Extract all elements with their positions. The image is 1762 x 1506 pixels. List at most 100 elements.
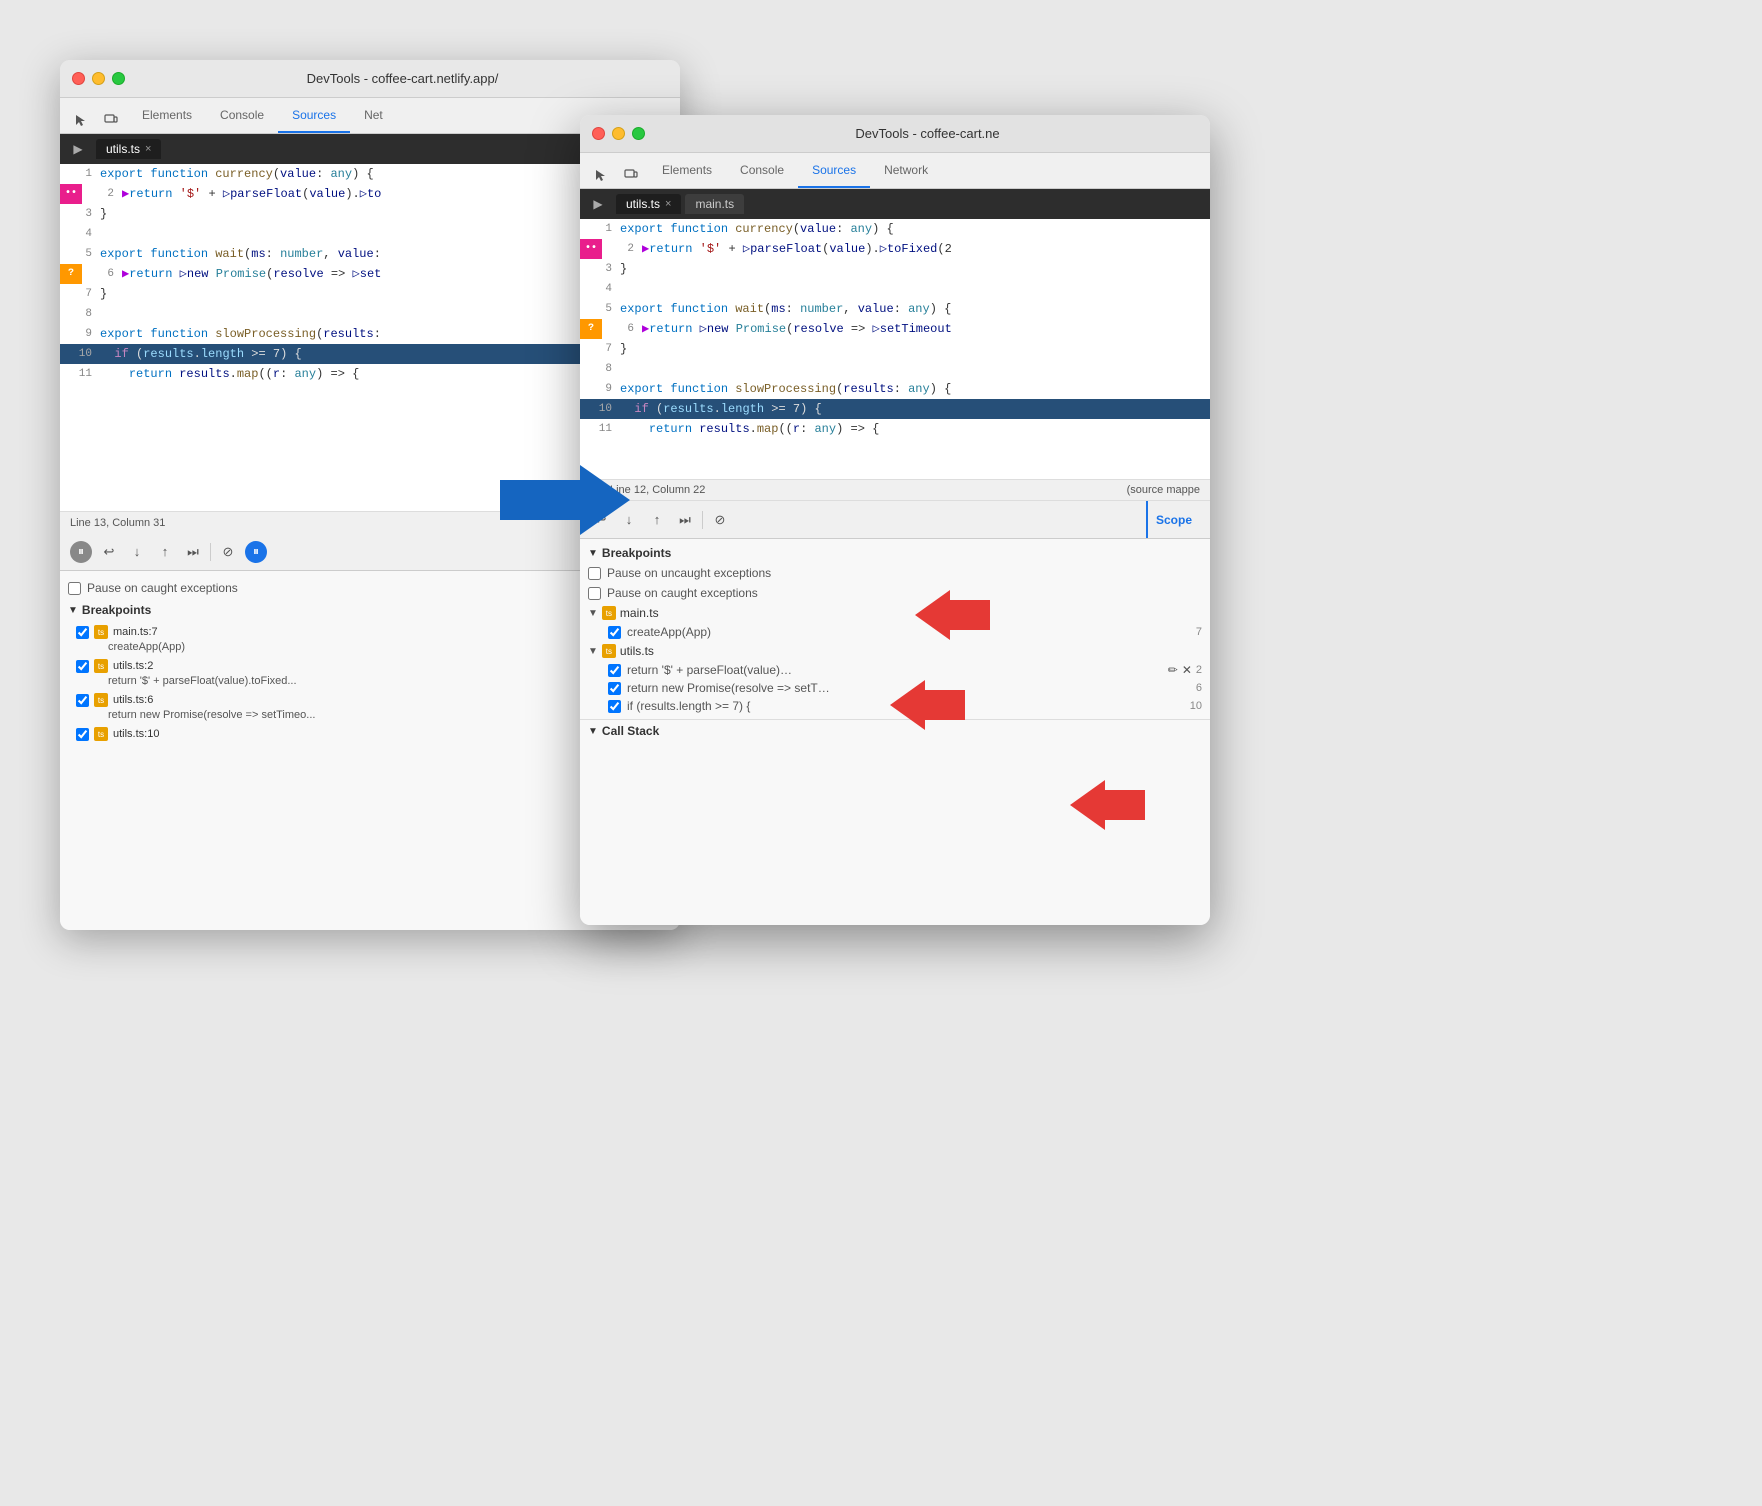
step-over-button[interactable]: ↩ [98, 541, 120, 563]
code-line-2-2: •• 2 ▶return '$' + ▷parseFloat(value).▷t… [580, 239, 1210, 259]
code-line-2-9: 9 export function slowProcessing(results… [580, 379, 1210, 399]
triangle-icon-2: ▼ [588, 548, 598, 559]
breakpoint-orange-2: ? [580, 319, 602, 339]
tab-sources-2[interactable]: Sources [798, 153, 870, 188]
red-arrow-2 [875, 680, 965, 750]
breakpoints-label-2: Breakpoints [602, 546, 671, 560]
code-text: ▶return '$' + ▷parseFloat(value).▷to [122, 184, 381, 204]
pause-caught-row-2: Pause on caught exceptions [580, 583, 1210, 603]
deactivate-btn-2[interactable]: ⊘ [709, 509, 731, 531]
bp-utils-ts-6-checkbox[interactable] [76, 694, 89, 707]
pause-caught-checkbox-2[interactable] [588, 587, 601, 600]
bp-utils-group-header[interactable]: ▼ ts utils.ts [580, 641, 1210, 661]
file-tab-label-1: utils.ts [106, 142, 140, 156]
close-button-2[interactable] [592, 127, 605, 140]
step-into-button[interactable]: ↓ [126, 541, 148, 563]
bp-utils-1-checkbox[interactable] [608, 664, 621, 677]
maximize-button-2[interactable] [632, 127, 645, 140]
tab-console-2[interactable]: Console [726, 153, 798, 188]
utils-ts-icon: ts [602, 644, 616, 658]
resume-button[interactable]: ⏸ [245, 541, 267, 563]
triangle-call-stack-icon: ▼ [588, 726, 598, 737]
bp-filename: main.ts:7 [113, 626, 158, 638]
code-line-2-1: 1 export function currency(value: any) { [580, 219, 1210, 239]
close-button-1[interactable] [72, 72, 85, 85]
bp-utils-1-actions: ✏ ✕ 2 [1168, 663, 1202, 677]
file-tab-close-1[interactable]: × [145, 143, 151, 155]
tab-sources-1[interactable]: Sources [278, 98, 350, 133]
minimize-button-2[interactable] [612, 127, 625, 140]
bp-utils-3-code: if (results.length >= 7) { [627, 699, 750, 713]
line-num: 1 [64, 164, 92, 184]
bp-utils-2-checkbox[interactable] [608, 682, 621, 695]
pause-caught-checkbox-1[interactable] [68, 582, 81, 595]
code-text: ▶return ▷new Promise(resolve => ▷set [122, 264, 381, 284]
bp-utils-2-line: 6 [1196, 682, 1202, 694]
pause-uncaught-checkbox[interactable] [588, 567, 601, 580]
triangle-utils-icon: ▼ [588, 646, 598, 657]
tab-elements-2[interactable]: Elements [648, 153, 726, 188]
sep-2 [702, 511, 703, 529]
breakpoint-pink-1: •• [60, 184, 82, 204]
code-line-2-10: 10 if (results.length >= 7) { [580, 399, 1210, 419]
tab-network-1[interactable]: Net [350, 98, 397, 133]
code-line-2-7: 7 } [580, 339, 1210, 359]
continue-btn-2[interactable]: ⏭ [674, 509, 696, 531]
bp-main-group-header[interactable]: ▼ ts main.ts [580, 603, 1210, 623]
file-tab-utils-1[interactable]: utils.ts × [96, 139, 161, 159]
code-line-2-6: ? 6 ▶return ▷new Promise(resolve => ▷set… [580, 319, 1210, 339]
bp-utils-1-edit-icon[interactable]: ✏ [1168, 663, 1178, 677]
bp-utils-ts-10-checkbox[interactable] [76, 728, 89, 741]
bp-utils-3-checkbox[interactable] [608, 700, 621, 713]
main-ts-icon: ts [602, 606, 616, 620]
device-icon-2[interactable] [618, 162, 644, 188]
file-tab-label-utils-2: utils.ts [626, 197, 660, 211]
cursor-icon-2[interactable] [588, 162, 614, 188]
line-num: 9 [64, 324, 92, 344]
maximize-button-1[interactable] [112, 72, 125, 85]
tab-network-2[interactable]: Network [870, 153, 942, 188]
scope-tab-2[interactable]: Scope [1146, 501, 1200, 538]
pause-button[interactable]: ⏸ [70, 541, 92, 563]
line-num: 11 [64, 364, 92, 384]
line-num: 5 [64, 244, 92, 264]
file-tab-utils-2[interactable]: utils.ts × [616, 194, 681, 214]
file-tab-close-utils-2[interactable]: × [665, 198, 671, 210]
bp-utils-3-line: 10 [1190, 700, 1202, 712]
code-line-2-11: 11 return results.map((r: any) => { [580, 419, 1210, 439]
code-text: export function slowProcessing(results: [100, 324, 381, 344]
continue-button[interactable]: ⏭ [182, 541, 204, 563]
line-num: 6 [86, 264, 114, 284]
device-icon[interactable] [98, 107, 124, 133]
breakpoints-label-1: Breakpoints [82, 603, 151, 617]
line-num: 3 [64, 204, 92, 224]
minimize-button-1[interactable] [92, 72, 105, 85]
call-stack-label: Call Stack [602, 724, 659, 738]
status-right-2: (source mappe [1127, 484, 1200, 496]
cursor-icon[interactable] [68, 107, 94, 133]
breakpoints-header-2[interactable]: ▼ Breakpoints [580, 543, 1210, 563]
pause-caught-label-2: Pause on caught exceptions [607, 586, 758, 600]
tab-elements-1[interactable]: Elements [128, 98, 206, 133]
step-out-button[interactable]: ↑ [154, 541, 176, 563]
step-out-btn-2[interactable]: ↑ [646, 509, 668, 531]
pause-caught-label-1: Pause on caught exceptions [87, 581, 238, 595]
bp-group-main-2: ▼ ts main.ts createApp(App) 7 [580, 603, 1210, 641]
file-tab-label-main-2: main.ts [695, 197, 734, 211]
code-line-2-8: 8 [580, 359, 1210, 379]
code-editor-2: 1 export function currency(value: any) {… [580, 219, 1210, 479]
tab-console-1[interactable]: Console [206, 98, 278, 133]
bp-utils-1-delete-icon[interactable]: ✕ [1182, 663, 1192, 677]
bp-main-ts-7-checkbox[interactable] [76, 626, 89, 639]
traffic-lights-2 [592, 127, 645, 140]
deactivate-button[interactable]: ⊘ [217, 541, 239, 563]
sidebar-toggle-1[interactable]: ▶ [68, 139, 88, 159]
ts-icon-3: ts [94, 693, 108, 707]
bp-filename-4: utils.ts:10 [113, 728, 159, 740]
file-tab-main-2[interactable]: main.ts [685, 194, 744, 214]
sidebar-toggle-2[interactable]: ▶ [588, 194, 608, 214]
code-text: } [100, 284, 107, 304]
bp-create-app-checkbox[interactable] [608, 626, 621, 639]
bp-utils-ts-2-checkbox[interactable] [76, 660, 89, 673]
devtools-tabs-2: Elements Console Sources Network [580, 153, 1210, 189]
